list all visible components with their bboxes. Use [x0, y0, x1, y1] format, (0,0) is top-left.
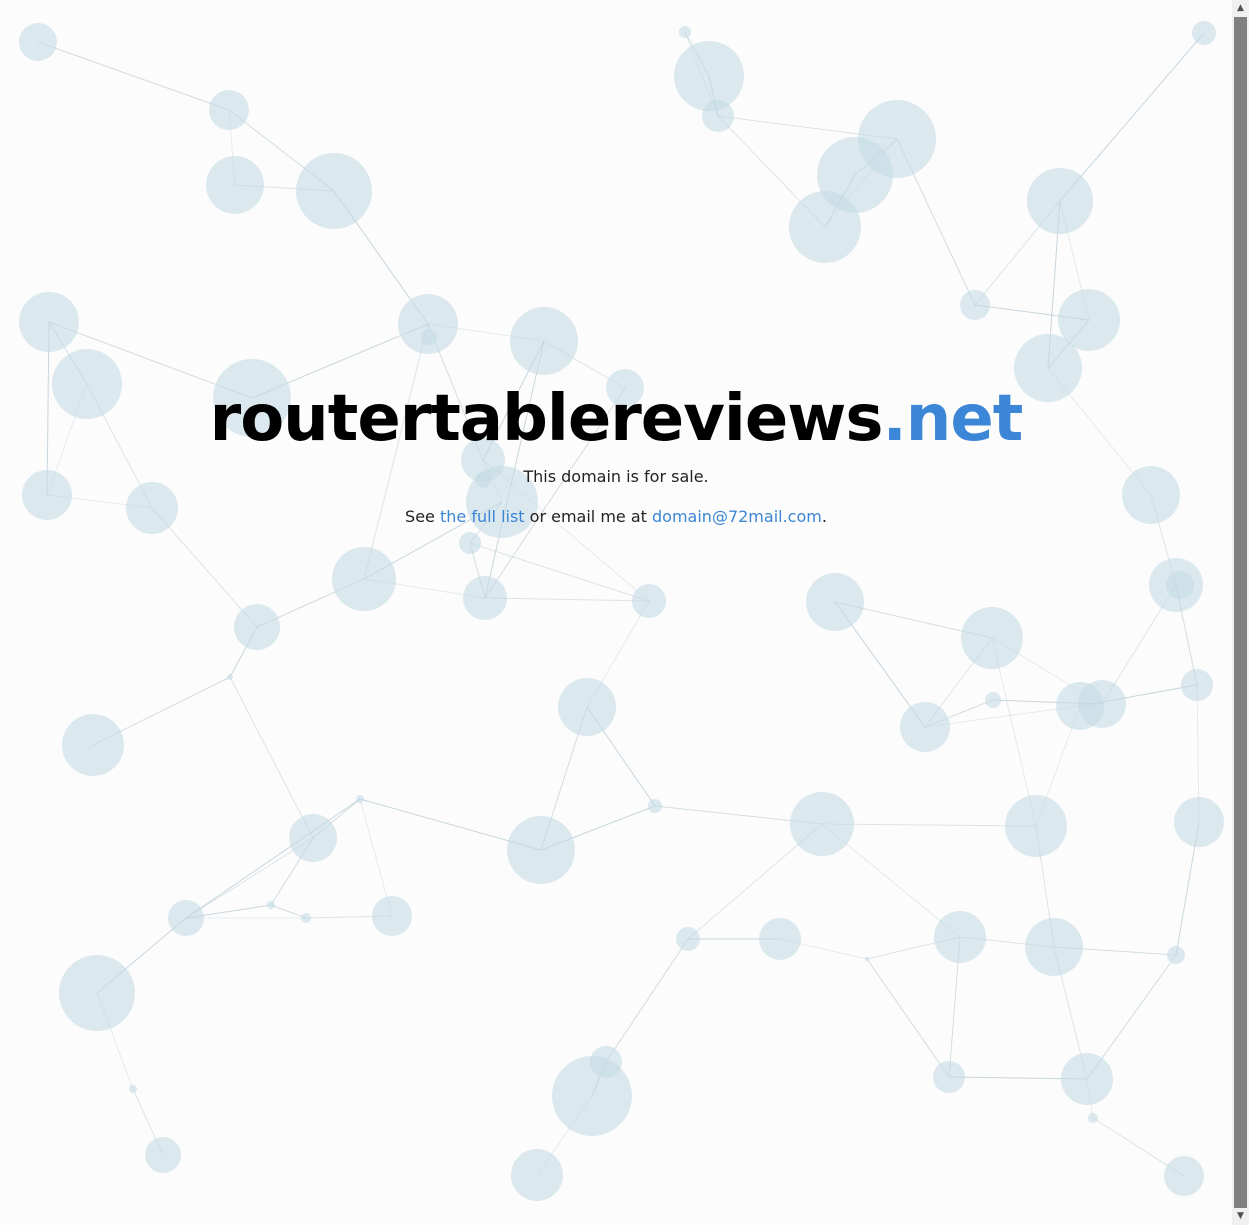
- vertical-scrollbar[interactable]: ▲ ▼: [1232, 0, 1249, 1225]
- domain-title: routertablereviews.net: [0, 380, 1232, 458]
- scroll-down-arrow-icon[interactable]: ▼: [1232, 1208, 1249, 1225]
- full-list-link[interactable]: the full list: [440, 507, 525, 526]
- contact-prefix: See: [405, 507, 440, 526]
- contact-line: See the full list or email me at domain@…: [0, 507, 1232, 526]
- contact-middle: or email me at: [524, 507, 653, 526]
- domain-name: routertablereviews: [209, 382, 884, 456]
- domain-tld: .net: [882, 382, 1023, 456]
- sale-notice: This domain is for sale.: [523, 467, 709, 486]
- contact-suffix: .: [821, 507, 827, 526]
- scroll-up-arrow-icon[interactable]: ▲: [1232, 0, 1249, 17]
- page-content: routertablereviews.net This domain is fo…: [0, 0, 1232, 1225]
- email-link[interactable]: domain@72mail.com: [652, 507, 822, 526]
- scroll-thumb[interactable]: [1234, 17, 1247, 1208]
